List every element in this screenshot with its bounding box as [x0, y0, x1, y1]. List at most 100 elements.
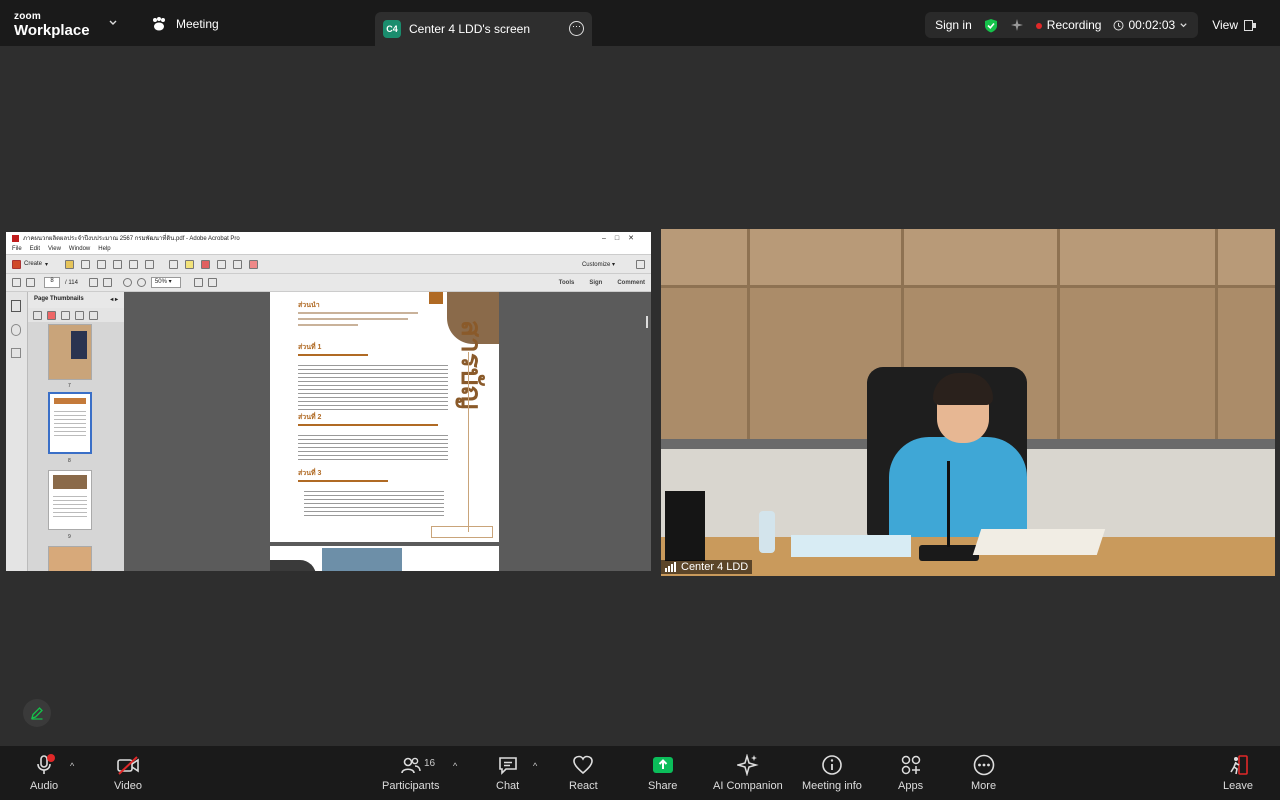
tab-shared-screen[interactable]: C4 Center 4 LDD's screen ··· — [375, 12, 592, 46]
meeting-timer[interactable]: 00:02:03 — [1113, 18, 1188, 32]
page-thumbnail[interactable] — [48, 546, 92, 571]
hand-tool-icon[interactable] — [102, 278, 112, 287]
chevron-down-icon — [1180, 22, 1187, 27]
leave-button[interactable]: Leave — [1223, 754, 1253, 792]
screen-tab-label: Center 4 LDD's screen — [409, 22, 531, 36]
toc-line — [298, 318, 408, 320]
sign-icon[interactable] — [233, 259, 243, 269]
create-button[interactable]: Create ▾ — [12, 259, 48, 269]
toc-line — [298, 354, 368, 356]
more-icon — [973, 754, 994, 776]
page-thumbnail[interactable] — [48, 324, 92, 380]
attach-icon[interactable] — [217, 259, 227, 269]
page-down-icon[interactable] — [26, 278, 35, 287]
zoom-select[interactable]: 50% ▾ — [150, 277, 181, 288]
thumbnail-photo — [71, 331, 87, 359]
settings-icon[interactable] — [169, 259, 179, 269]
participants-label: Participants — [382, 780, 440, 792]
recording-indicator[interactable]: Recording — [1035, 18, 1101, 32]
microphone-stem — [947, 461, 950, 547]
status-group: Sign in Recording 00:02:03 — [925, 12, 1199, 38]
expand-icon[interactable] — [636, 259, 645, 269]
rotate-icon[interactable] — [75, 311, 84, 320]
page-up-icon[interactable] — [12, 278, 21, 287]
toc-entries — [304, 488, 444, 516]
sign-in-button[interactable]: Sign in — [935, 18, 972, 32]
print-icon[interactable] — [113, 259, 123, 269]
redact-icon[interactable] — [249, 259, 259, 269]
menu-file[interactable]: File — [12, 246, 22, 252]
toc-line — [298, 424, 438, 426]
menu-view[interactable]: View — [48, 246, 61, 252]
panel-controls[interactable]: ◂ ▸ — [110, 296, 118, 304]
chat-options-caret[interactable]: ^ — [533, 761, 537, 771]
page-thumbnail-selected[interactable] — [48, 392, 92, 454]
section-heading: ส่วนที่ 2 — [298, 414, 322, 421]
participants-options-caret[interactable]: ^ — [453, 761, 457, 771]
meeting-controls: Audio ^ Video Participants 16 ^ Chat ^ R… — [0, 746, 1280, 800]
share-button[interactable]: Share — [648, 754, 677, 792]
acrobat-icon — [12, 234, 19, 242]
window-controls[interactable]: –□✕ — [602, 234, 643, 242]
signature-icon[interactable] — [11, 348, 21, 358]
react-button[interactable]: React — [569, 754, 598, 792]
page-number-input[interactable]: 8 — [44, 277, 60, 288]
edit-icon[interactable] — [129, 259, 139, 269]
video-off-icon — [117, 756, 139, 775]
insert-page-icon[interactable] — [61, 311, 70, 320]
pdf-next-page — [270, 546, 499, 571]
zoom-logo[interactable]: zoom Workplace — [14, 12, 90, 39]
zoom-in-icon[interactable] — [136, 278, 146, 287]
comment-tab[interactable]: Comment — [617, 280, 645, 286]
attachment-icon[interactable] — [11, 324, 21, 336]
meeting-stage: ภาคผนวกผลิตผลประจำปีงบประมาณ 2567 กรมพัฒ… — [0, 46, 1280, 746]
delete-page-icon[interactable] — [47, 311, 56, 320]
fit-width-icon[interactable] — [207, 278, 217, 287]
scrollbar-thumb[interactable] — [646, 316, 648, 328]
water-bottle — [759, 511, 775, 553]
customize-dropdown[interactable]: Customize ▾ — [582, 261, 615, 268]
ai-companion-button[interactable]: AI Companion — [713, 754, 783, 792]
menu-window[interactable]: Window — [69, 246, 90, 252]
chevron-down-icon[interactable] — [108, 18, 118, 28]
toc-line — [298, 324, 358, 326]
sparkle-icon[interactable] — [1010, 18, 1024, 32]
page-thumbnail[interactable] — [48, 470, 92, 530]
meeting-info-button[interactable]: Meeting info — [802, 754, 862, 792]
menu-help[interactable]: Help — [98, 246, 110, 252]
page-thumbnails-icon[interactable] — [11, 300, 21, 312]
save-icon[interactable] — [81, 259, 91, 269]
view-button[interactable]: View — [1212, 18, 1256, 32]
sign-tab[interactable]: Sign — [589, 280, 602, 286]
leave-label: Leave — [1223, 780, 1253, 792]
video-button[interactable]: Video — [114, 754, 142, 792]
chat-button[interactable]: Chat — [496, 754, 519, 792]
more-button[interactable]: More — [971, 754, 996, 792]
menu-edit[interactable]: Edit — [30, 246, 40, 252]
toc-line — [298, 480, 388, 482]
tools-tab[interactable]: Tools — [559, 280, 575, 286]
meeting-menu-button[interactable]: Meeting — [150, 14, 219, 34]
chat-label: Chat — [496, 780, 520, 792]
fit-page-icon[interactable] — [193, 278, 203, 287]
ai-sparkle-icon — [736, 754, 759, 776]
options-icon[interactable] — [33, 311, 42, 320]
shield-check-icon[interactable] — [984, 18, 998, 33]
annotate-button[interactable] — [23, 699, 51, 727]
extract-icon[interactable] — [89, 311, 98, 320]
shared-screen[interactable]: ภาคผนวกผลิตผลประจำปีงบประมาณ 2567 กรมพัฒ… — [6, 232, 651, 571]
comment-icon[interactable] — [185, 259, 195, 269]
participant-video[interactable]: Center 4 LDD — [661, 229, 1275, 576]
page-heading: สารบัญ — [456, 320, 487, 410]
apps-button[interactable]: Apps — [898, 754, 923, 792]
more-options-icon[interactable]: ··· — [569, 21, 584, 36]
thumbnail-tools — [28, 308, 124, 322]
select-tool-icon[interactable] — [88, 278, 98, 287]
zoom-out-icon[interactable] — [122, 278, 132, 287]
open-icon[interactable] — [65, 259, 75, 269]
mail-icon[interactable] — [145, 259, 155, 269]
audio-options-caret[interactable]: ^ — [70, 761, 74, 771]
audio-button[interactable]: Audio — [30, 754, 58, 792]
stamp-icon[interactable] — [201, 259, 211, 269]
cloud-icon[interactable] — [97, 259, 107, 269]
